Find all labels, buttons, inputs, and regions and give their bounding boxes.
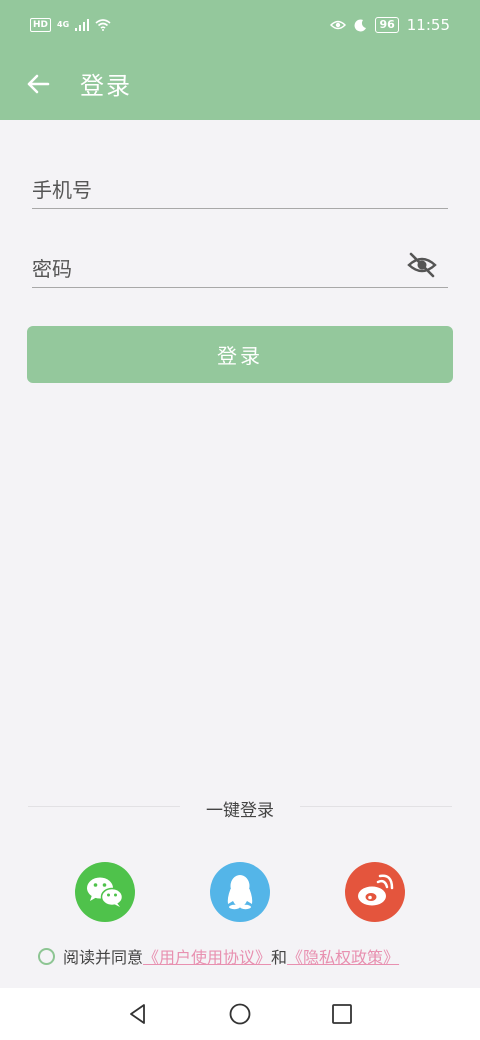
eye-comfort-icon <box>330 20 347 30</box>
clock: 11:55 <box>406 16 450 34</box>
qq-penguin-icon <box>227 875 253 910</box>
moon-icon <box>355 18 367 31</box>
status-bar: HD 4G 96 11:55 <box>0 0 480 52</box>
status-left: HD 4G <box>30 18 111 32</box>
wechat-login-button[interactable] <box>75 862 135 922</box>
phone-field <box>32 152 448 209</box>
nav-back-icon[interactable] <box>124 1000 152 1028</box>
user-agreement-link[interactable]: 《用户使用协议》 <box>143 944 271 968</box>
agreement-row: 阅读并同意 《用户使用协议》 和 《隐私权政策》 <box>38 944 399 968</box>
app-bar: 登录 <box>0 52 480 120</box>
weibo-login-button[interactable] <box>345 862 405 922</box>
wechat-icon <box>87 877 124 907</box>
page-title: 登录 <box>80 72 132 100</box>
back-arrow-icon[interactable] <box>22 68 54 100</box>
quick-login-label: 一键登录 <box>206 801 274 821</box>
privacy-policy-link[interactable]: 《隐私权政策》 <box>287 944 399 968</box>
login-button[interactable]: 登录 <box>27 326 453 383</box>
status-right: 96 11:55 <box>330 16 450 34</box>
network-type: 4G <box>57 20 70 29</box>
phone-input[interactable] <box>32 178 392 202</box>
agreement-prefix: 阅读并同意 <box>63 948 144 967</box>
agreement-conjunction: 和 <box>271 948 288 967</box>
weibo-icon <box>358 874 394 906</box>
password-visibility-toggle-icon[interactable] <box>406 249 438 281</box>
nav-home-icon[interactable] <box>226 1000 254 1028</box>
password-field <box>32 231 448 288</box>
signal-icon <box>75 19 90 31</box>
system-nav-bar <box>0 988 480 1040</box>
hd-indicator: HD <box>30 18 52 32</box>
qq-login-button[interactable] <box>210 862 270 922</box>
nav-recents-icon[interactable] <box>328 1000 356 1028</box>
password-input[interactable] <box>32 257 392 281</box>
wifi-icon <box>95 19 111 31</box>
agree-radio[interactable] <box>38 947 55 965</box>
battery-indicator: 96 <box>375 17 399 33</box>
